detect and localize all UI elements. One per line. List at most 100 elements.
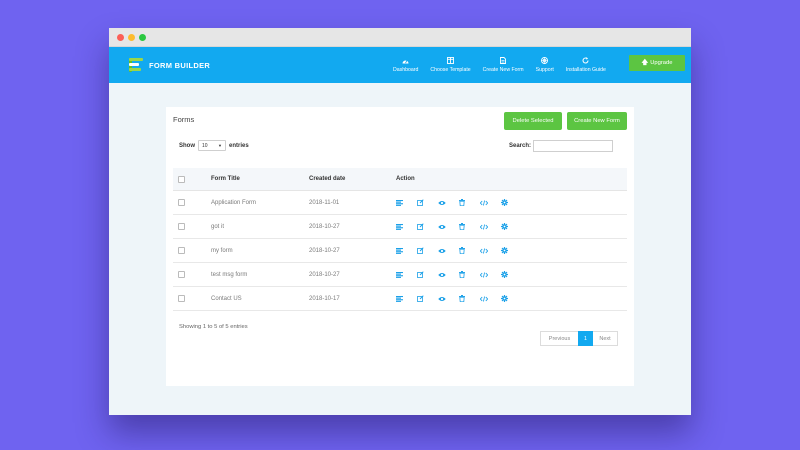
created-date: 2018-10-27 bbox=[309, 223, 340, 230]
entries-list-icon[interactable] bbox=[396, 247, 417, 254]
row-actions bbox=[396, 295, 627, 302]
settings-gear-icon[interactable] bbox=[501, 271, 522, 278]
row-actions bbox=[396, 247, 627, 254]
table-info: Showing 1 to 5 of 5 entries bbox=[179, 324, 248, 330]
nav-label: Create New Form bbox=[482, 67, 524, 73]
row-actions bbox=[396, 271, 627, 278]
select-all-checkbox[interactable] bbox=[178, 175, 185, 183]
nav-item-support[interactable]: Support bbox=[530, 47, 560, 83]
page-title: Forms bbox=[173, 115, 195, 124]
nav-label: Choose Template bbox=[430, 67, 471, 73]
edit-icon[interactable] bbox=[417, 223, 438, 230]
nav-label: Installation Guide bbox=[565, 67, 606, 73]
entries-list-icon[interactable] bbox=[396, 199, 417, 206]
table-row: got it 2018-10-27 bbox=[173, 215, 627, 239]
nav-item-choose-template[interactable]: Choose Template bbox=[424, 47, 476, 83]
form-title: Application Form bbox=[211, 199, 257, 206]
view-icon[interactable] bbox=[438, 272, 459, 278]
view-icon[interactable] bbox=[438, 296, 459, 302]
refresh-icon bbox=[582, 57, 589, 64]
row-checkbox[interactable] bbox=[178, 199, 185, 206]
settings-gear-icon[interactable] bbox=[501, 223, 522, 230]
form-title: got it bbox=[211, 223, 225, 230]
close-window-button[interactable] bbox=[117, 34, 124, 41]
upgrade-button[interactable]: 🡅 Upgrade bbox=[629, 55, 685, 71]
trash-icon[interactable] bbox=[459, 295, 480, 302]
column-header-action: Action bbox=[396, 176, 415, 182]
created-date: 2018-10-17 bbox=[309, 295, 340, 302]
show-label: Show bbox=[179, 142, 195, 149]
arrow-up-icon: 🡅 bbox=[641, 58, 649, 66]
edit-icon[interactable] bbox=[417, 199, 438, 206]
forms-panel: Forms Delete Selected Create New Form Sh… bbox=[166, 107, 634, 386]
forms-table: Form Title Created date Action Applicati… bbox=[173, 168, 627, 311]
maximize-window-button[interactable] bbox=[139, 34, 146, 41]
brand[interactable]: FORM BUILDER bbox=[129, 56, 210, 74]
view-icon[interactable] bbox=[438, 224, 459, 230]
nav-item-installation-guide[interactable]: Installation Guide bbox=[560, 47, 612, 83]
dashboard-icon bbox=[402, 59, 409, 63]
created-date: 2018-10-27 bbox=[309, 247, 340, 254]
create-new-form-button[interactable]: Create New Form bbox=[567, 112, 627, 130]
row-checkbox[interactable] bbox=[178, 295, 185, 302]
code-icon[interactable] bbox=[480, 247, 501, 254]
view-icon[interactable] bbox=[438, 200, 459, 206]
entries-length-control: Show 10 ▼ entries bbox=[179, 140, 249, 151]
nav-item-dashboard[interactable]: Dashboard bbox=[387, 47, 424, 83]
column-header-date[interactable]: Created date bbox=[309, 176, 396, 182]
trash-icon[interactable] bbox=[459, 223, 480, 230]
code-icon[interactable] bbox=[480, 223, 501, 230]
nav-label: Dashboard bbox=[393, 66, 419, 73]
table-row: my form 2018-10-27 bbox=[173, 239, 627, 263]
code-icon[interactable] bbox=[480, 271, 501, 278]
nav-item-create-new-form[interactable]: Create New Form bbox=[477, 47, 530, 83]
row-checkbox[interactable] bbox=[178, 271, 185, 278]
upgrade-label: Upgrade bbox=[650, 60, 673, 66]
trash-icon[interactable] bbox=[459, 247, 480, 254]
code-icon[interactable] bbox=[480, 199, 501, 206]
edit-icon[interactable] bbox=[417, 295, 438, 302]
row-checkbox[interactable] bbox=[178, 247, 185, 254]
template-icon bbox=[447, 57, 454, 64]
nav-label: Support bbox=[535, 67, 554, 73]
row-actions bbox=[396, 199, 627, 206]
minimize-window-button[interactable] bbox=[128, 34, 135, 41]
column-header-title[interactable]: Form Title bbox=[211, 176, 309, 182]
page-button-current[interactable]: 1 bbox=[578, 331, 593, 346]
row-actions bbox=[396, 223, 627, 230]
table-body: Application Form 2018-11-01 got it 2018-… bbox=[173, 191, 627, 311]
edit-icon[interactable] bbox=[417, 271, 438, 278]
trash-icon[interactable] bbox=[459, 271, 480, 278]
entries-list-icon[interactable] bbox=[396, 271, 417, 278]
trash-icon[interactable] bbox=[459, 199, 480, 206]
lifebuoy-icon bbox=[541, 57, 549, 64]
previous-page-button[interactable]: Previous bbox=[540, 331, 578, 346]
search-input[interactable] bbox=[533, 140, 614, 152]
view-icon[interactable] bbox=[438, 248, 459, 254]
delete-selected-button[interactable]: Delete Selected bbox=[504, 112, 562, 130]
entries-select[interactable]: 10 ▼ bbox=[198, 140, 226, 151]
settings-gear-icon[interactable] bbox=[501, 199, 522, 206]
form-builder-logo-icon bbox=[129, 57, 145, 73]
entries-list-icon[interactable] bbox=[396, 223, 417, 230]
entries-list-icon[interactable] bbox=[396, 295, 417, 302]
search-control: Search: bbox=[509, 140, 614, 152]
brand-name: FORM BUILDER bbox=[149, 60, 211, 70]
form-title: my form bbox=[211, 247, 233, 254]
settings-gear-icon[interactable] bbox=[501, 247, 522, 254]
form-title: Contact US bbox=[211, 295, 242, 302]
settings-gear-icon[interactable] bbox=[501, 295, 522, 302]
search-label: Search: bbox=[509, 143, 532, 149]
code-icon[interactable] bbox=[480, 295, 501, 302]
table-header: Form Title Created date Action bbox=[173, 168, 627, 191]
table-row: test msg form 2018-10-27 bbox=[173, 263, 627, 287]
created-date: 2018-10-27 bbox=[309, 271, 340, 278]
file-icon bbox=[500, 57, 507, 64]
table-row: Application Form 2018-11-01 bbox=[173, 191, 627, 215]
next-page-button[interactable]: Next bbox=[593, 331, 618, 346]
row-checkbox[interactable] bbox=[178, 223, 185, 230]
edit-icon[interactable] bbox=[417, 247, 438, 254]
browser-window: FORM BUILDER Dashboard Choose Template C… bbox=[109, 28, 691, 415]
chevron-down-icon: ▼ bbox=[218, 143, 222, 148]
pagination: Previous 1 Next bbox=[540, 331, 618, 346]
